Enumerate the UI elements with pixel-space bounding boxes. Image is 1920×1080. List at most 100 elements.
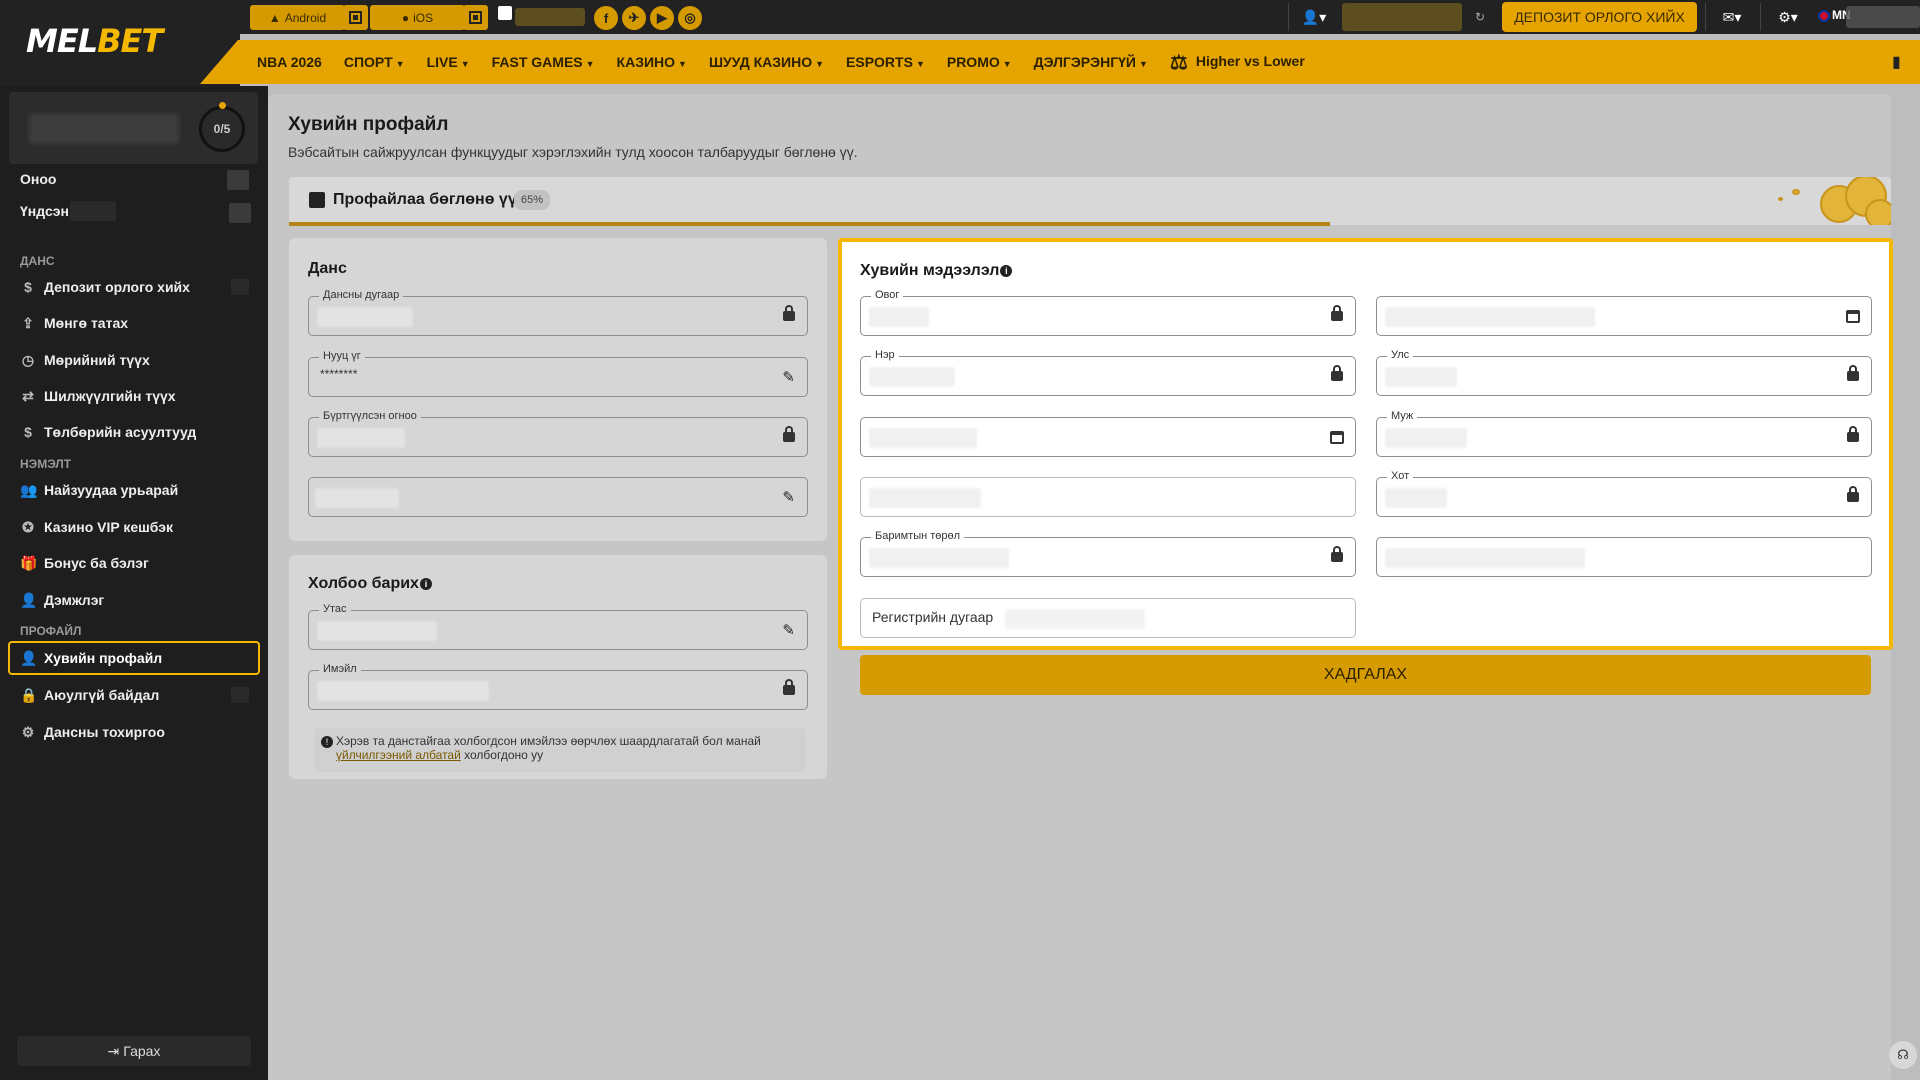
sidebar-item-bonus[interactable]: 🎁 Бонус ба бэлэг [20, 549, 252, 577]
lock-icon [1847, 426, 1859, 442]
surname-field: Овог [860, 289, 1356, 336]
email-field: Имэйл [308, 663, 808, 710]
score-label: Оноо [20, 171, 57, 187]
personal-card-title: Хувийн мэдээлэл i [860, 262, 1013, 280]
nav-sport[interactable]: СПОРТ ▼ [344, 54, 405, 70]
nav-fast-games[interactable]: FAST GAMES ▼ [492, 54, 595, 70]
lock-icon [1847, 486, 1859, 502]
youtube-icon[interactable]: ▶ [650, 6, 674, 30]
lock-icon [783, 679, 795, 695]
profile-completion-banner: Профайлаа бөглөнө үү 65% [289, 177, 1891, 225]
email-value [317, 681, 489, 701]
registration-number-placeholder: Регистрийн дугаар [872, 609, 994, 625]
gift-icon[interactable] [498, 6, 512, 20]
sidebar-item-payment-questions[interactable]: $ Төлбөрийн асуултууд [20, 418, 252, 446]
scales-icon: ⚖ [1169, 51, 1188, 74]
ios-app-button[interactable]: ● iOS [370, 5, 465, 30]
registration-date-value [317, 428, 405, 448]
users-icon: 👥 [20, 481, 38, 498]
postal-field[interactable] [1376, 537, 1872, 577]
user-menu-icon[interactable]: 👤▾ [1296, 6, 1332, 28]
melbet-logo[interactable]: MELBET [26, 22, 163, 60]
info-icon[interactable]: i [1000, 264, 1013, 277]
gift-icon [309, 192, 325, 208]
account-number-value [317, 307, 413, 327]
nav-live[interactable]: LIVE ▼ [427, 54, 470, 70]
vip-icon: ✪ [22, 518, 34, 535]
settings-gear-icon[interactable]: ⚙▾ [1768, 6, 1808, 28]
refresh-icon[interactable]: ↻ [1468, 6, 1492, 28]
balance-display[interactable] [1342, 3, 1462, 31]
book-icon[interactable]: ▮ [1892, 52, 1910, 71]
logout-button[interactable]: ⇥ Гарах [17, 1036, 251, 1066]
ios-qr-button[interactable] [463, 5, 488, 30]
birthdate-field[interactable] [860, 417, 1356, 457]
address-field[interactable] [860, 477, 1356, 517]
address-value [869, 488, 981, 508]
sidebar-item-deposit[interactable]: $ Депозит орлого хийх [20, 273, 252, 301]
edit-pencil-icon[interactable]: ✎ [782, 621, 795, 639]
sidebar-item-personal-profile[interactable]: 👤 Хувийн профайл [8, 641, 260, 675]
top-bar: ▲ Android ● iOS f ✈ ▶ ◎ 👤▾ ↻ ДЕПОЗИТ ОРЛОГ… [0, 0, 1920, 34]
user-name [29, 114, 179, 144]
android-qr-button[interactable] [343, 5, 368, 30]
sidebar: 0/5 Оноо Үндсэн ДАНС $ Депозит орлого хий… [0, 86, 268, 1080]
extra-account-value [315, 488, 399, 508]
main-balance-toggle[interactable] [229, 203, 251, 223]
nav-esports[interactable]: ESPORTS ▼ [846, 54, 925, 70]
account-id [1846, 6, 1920, 28]
dollar-icon: $ [24, 279, 32, 295]
chevron-down-icon: ▼ [915, 59, 925, 69]
facebook-icon[interactable]: f [594, 6, 618, 30]
edit-pencil-icon[interactable]: ✎ [782, 368, 795, 386]
date-field[interactable] [1376, 296, 1872, 336]
city-value [1385, 488, 1447, 508]
sidebar-item-vip-cashback[interactable]: ✪ Казино VIP кешбэк [20, 513, 252, 541]
mail-icon[interactable]: ✉▾ [1712, 6, 1752, 28]
sidebar-item-withdraw[interactable]: ⇪ Мөнгө татах [20, 309, 252, 337]
document-type-field: Баримтын төрөл [860, 530, 1356, 577]
nav-casino[interactable]: КАЗИНО ▼ [617, 54, 687, 70]
sidebar-item-invite-friends[interactable]: 👥 Найзуудаа урьарай [20, 476, 252, 504]
nav-live-casino[interactable]: ШУУД КАЗИНО ▼ [709, 54, 824, 70]
edit-pencil-icon[interactable]: ✎ [782, 488, 795, 506]
registration-number-field[interactable]: Регистрийн дугаар [860, 598, 1356, 638]
name-field: Нэр [860, 349, 1356, 396]
nav-more[interactable]: ДЭЛГЭРЭНГҮЙ ▼ [1034, 54, 1148, 70]
sidebar-item-transfer-history[interactable]: ⇄ Шилжүүлгийн түүх [20, 382, 252, 410]
account-card-title: Данс [308, 260, 347, 277]
android-app-button[interactable]: ▲ Android [250, 5, 345, 30]
sidebar-item-bet-history[interactable]: ◷ Мөрийний түүх [20, 346, 252, 374]
personal-info-card: Хувийн мэдээлэл i Овог Нэр Баримтын төрөл… [838, 238, 1893, 650]
nav-promo[interactable]: PROMO ▼ [947, 54, 1012, 70]
nav-higher-lower[interactable]: ⚖ Higher vs Lower [1170, 50, 1305, 75]
telegram-icon[interactable]: ✈ [622, 6, 646, 30]
calendar-icon[interactable] [1846, 310, 1860, 323]
phone-value [317, 621, 437, 641]
save-button[interactable]: ХАДГАЛАХ [860, 655, 1871, 695]
region-value [1385, 428, 1467, 448]
info-icon: ! [321, 736, 333, 748]
sidebar-item-account-settings[interactable]: ⚙ Дансны тохиргоо [20, 718, 252, 746]
sidebar-item-security[interactable]: 🔒 Аюулгүй байдал [20, 681, 252, 709]
main-nav: NBA 2026 СПОРТ ▼ LIVE ▼ FAST GAMES ▼ КАЗИНО… [257, 40, 1327, 84]
headset-support-icon[interactable]: ☊ [1889, 1041, 1917, 1069]
lock-icon [1847, 365, 1859, 381]
region-field: Муж [1376, 410, 1872, 457]
apple-icon: ● [401, 10, 410, 25]
divider [1288, 3, 1289, 31]
page-title: Хувийн профайл [288, 114, 449, 135]
instagram-icon[interactable]: ◎ [678, 6, 702, 30]
contact-card-title: Холбоо барих i [308, 575, 432, 593]
sidebar-item-support[interactable]: 👤 Дэмжлэг [20, 586, 252, 614]
lock-icon [1331, 365, 1343, 381]
extra-account-field[interactable]: ✎ [308, 477, 808, 517]
info-icon[interactable]: i [419, 577, 432, 590]
date-value [1385, 307, 1595, 327]
deposit-button[interactable]: ДЕПОЗИТ ОРЛОГО ХИЙХ [1502, 2, 1697, 32]
support-link[interactable]: үйлчилгээний албатай [336, 748, 461, 762]
score-value [227, 170, 249, 190]
calendar-icon[interactable] [1330, 431, 1344, 444]
promo-slot[interactable] [515, 8, 585, 26]
nav-nba[interactable]: NBA 2026 [257, 54, 322, 70]
